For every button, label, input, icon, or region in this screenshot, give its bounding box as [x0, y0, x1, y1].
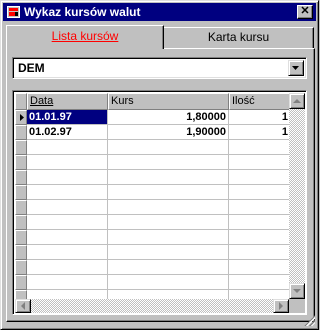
row-indicator[interactable]	[15, 140, 27, 155]
currency-value: DEM	[18, 61, 45, 75]
empty-cell[interactable]	[108, 215, 229, 230]
row-indicator[interactable]	[15, 215, 27, 230]
row-indicator[interactable]	[15, 185, 27, 200]
column-header-qty[interactable]: Ilość	[229, 93, 289, 110]
scroll-right-icon	[279, 302, 283, 310]
empty-cell[interactable]	[229, 155, 289, 170]
app-icon	[7, 6, 20, 18]
tab-lista-kursow[interactable]: Lista kursów	[6, 25, 164, 49]
cell-qty[interactable]: 1	[229, 110, 289, 125]
empty-cell[interactable]	[229, 260, 289, 275]
empty-cell[interactable]	[108, 185, 229, 200]
empty-cell[interactable]	[229, 170, 289, 185]
close-button[interactable]: ✕	[297, 5, 313, 19]
tab-label: Karta kursu	[207, 30, 270, 44]
tab-karta-kursu[interactable]: Karta kursu	[164, 27, 314, 48]
row-indicator[interactable]	[15, 260, 27, 275]
window-title: Wykaz kursów walut	[24, 5, 141, 19]
cell-date[interactable]: 01.01.97	[27, 110, 108, 125]
currency-select[interactable]: DEM	[12, 57, 307, 79]
column-header-rate-label: Kurs	[111, 95, 134, 107]
scroll-down-button[interactable]	[289, 283, 305, 299]
cell-qty[interactable]: 1	[229, 125, 289, 140]
row-indicator[interactable]	[15, 110, 27, 125]
empty-cell[interactable]	[27, 245, 108, 260]
empty-cell[interactable]	[108, 290, 229, 299]
cell-rate[interactable]: 1,90000	[108, 125, 229, 140]
tab-label: Lista kursów	[51, 29, 119, 43]
row-indicator[interactable]	[15, 125, 27, 140]
empty-cell[interactable]	[27, 200, 108, 215]
empty-cell[interactable]	[27, 170, 108, 185]
empty-cell[interactable]	[108, 170, 229, 185]
cell-rate[interactable]: 1,80000	[108, 110, 229, 125]
column-header-rate[interactable]: Kurs	[108, 93, 229, 110]
empty-cell[interactable]	[27, 290, 108, 299]
scrollbar-corner	[289, 299, 305, 313]
empty-cell[interactable]	[229, 275, 289, 290]
row-indicator[interactable]	[15, 290, 27, 299]
empty-cell[interactable]	[27, 275, 108, 290]
scroll-left-button[interactable]	[15, 299, 31, 313]
empty-cell[interactable]	[108, 140, 229, 155]
empty-cell[interactable]	[27, 215, 108, 230]
empty-cell[interactable]	[27, 260, 108, 275]
empty-cell[interactable]	[229, 140, 289, 155]
row-indicator[interactable]	[15, 200, 27, 215]
empty-cell[interactable]	[108, 245, 229, 260]
column-header-date[interactable]: Data	[27, 93, 108, 110]
window: Wykaz kursów walut ✕ Lista kursów Karta …	[0, 0, 319, 330]
empty-cell[interactable]	[229, 245, 289, 260]
row-pointer-icon	[20, 114, 24, 121]
close-icon: ✕	[300, 5, 310, 17]
empty-cell[interactable]	[229, 185, 289, 200]
empty-cell[interactable]	[108, 155, 229, 170]
empty-cell[interactable]	[108, 200, 229, 215]
scroll-right-button[interactable]	[273, 299, 289, 313]
scroll-left-icon	[21, 302, 25, 310]
title-bar[interactable]: Wykaz kursów walut ✕	[3, 3, 316, 21]
scroll-down-icon	[293, 289, 301, 293]
column-header-qty-label: Ilość	[232, 95, 255, 107]
column-header-date-label: Data	[30, 95, 54, 107]
empty-cell[interactable]	[27, 230, 108, 245]
empty-cell[interactable]	[229, 215, 289, 230]
dropdown-arrow-icon	[292, 66, 299, 70]
row-indicator[interactable]	[15, 275, 27, 290]
empty-cell[interactable]	[108, 260, 229, 275]
vertical-scrollbar[interactable]	[289, 93, 305, 299]
empty-cell[interactable]	[108, 230, 229, 245]
rates-grid[interactable]: Data Kurs Ilość 01.01.97 1,80000 1 01.02…	[12, 90, 307, 315]
empty-cell[interactable]	[229, 230, 289, 245]
header-corner	[15, 93, 27, 110]
row-indicator[interactable]	[15, 170, 27, 185]
size-grip-icon[interactable]	[303, 314, 315, 326]
cell-date[interactable]: 01.02.97	[27, 125, 108, 140]
scroll-up-icon	[293, 99, 301, 103]
row-indicator[interactable]	[15, 155, 27, 170]
empty-cell[interactable]	[27, 140, 108, 155]
empty-cell[interactable]	[229, 290, 289, 299]
scroll-up-button[interactable]	[289, 93, 305, 109]
empty-cell[interactable]	[108, 275, 229, 290]
empty-cell[interactable]	[229, 200, 289, 215]
empty-cell[interactable]	[27, 155, 108, 170]
horizontal-scrollbar[interactable]	[15, 299, 289, 313]
currency-dropdown-button[interactable]	[288, 60, 304, 76]
grid-body: Data Kurs Ilość 01.01.97 1,80000 1 01.02…	[15, 93, 289, 299]
row-indicator[interactable]	[15, 230, 27, 245]
row-indicator[interactable]	[15, 245, 27, 260]
empty-cell[interactable]	[27, 185, 108, 200]
